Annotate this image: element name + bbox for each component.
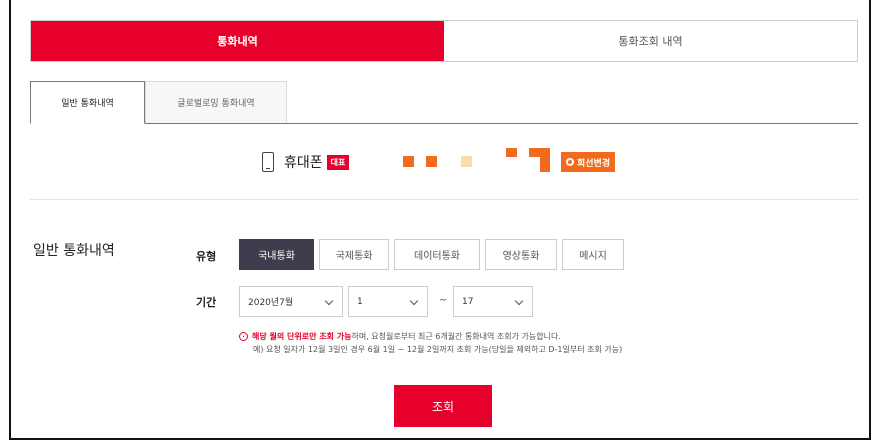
representative-badge: 대표 xyxy=(326,154,350,170)
tab-call-history[interactable]: 통화내역 xyxy=(31,21,444,61)
sub-tabs: 일반 통화내역 글로벌로밍 통화내역 xyxy=(30,81,858,124)
masked-number-block xyxy=(461,156,472,167)
day-to-value: 17 xyxy=(462,296,474,307)
subtab-general[interactable]: 일반 통화내역 xyxy=(30,81,145,124)
change-line-label: 회선변경 xyxy=(577,158,611,169)
chevron-down-icon xyxy=(324,296,334,306)
masked-number-block xyxy=(540,148,550,172)
notice-text: 해당 월의 단위로만 조회 가능하며, 요청월로부터 최근 6개월간 통화내역 … xyxy=(239,330,622,356)
masked-number-block xyxy=(426,156,437,167)
tab-call-lookup-history[interactable]: 통화조회 내역 xyxy=(444,21,857,61)
type-domestic-button[interactable]: 국내통화 xyxy=(239,239,314,270)
search-button[interactable]: 조회 xyxy=(394,385,492,427)
type-video-button[interactable]: 영상통화 xyxy=(485,239,557,270)
device-selector: 휴대폰 대표 xyxy=(262,148,350,176)
type-message-button[interactable]: 메시지 xyxy=(562,239,624,270)
masked-number-block xyxy=(403,156,414,167)
section-title: 일반 통화내역 xyxy=(33,243,115,259)
info-icon xyxy=(239,332,248,341)
day-to-select[interactable]: 17 xyxy=(453,286,533,317)
divider xyxy=(30,199,858,200)
range-separator: ~ xyxy=(439,295,448,306)
day-from-value: 1 xyxy=(357,296,363,307)
type-label: 유형 xyxy=(196,250,217,263)
type-data-button[interactable]: 데이터통화 xyxy=(394,239,480,270)
month-select-value: 2020년7월 xyxy=(248,298,294,308)
day-from-select[interactable]: 1 xyxy=(348,286,428,317)
notice-highlight: 해당 월의 단위로만 조회 가능 xyxy=(252,332,352,341)
type-international-button[interactable]: 국제통화 xyxy=(319,239,389,270)
change-line-button[interactable]: 회선변경 xyxy=(561,152,616,172)
notice-line1: 하며, 요청월로부터 최근 6개월간 통화내역 조회가 가능합니다. xyxy=(351,332,561,341)
chevron-down-icon xyxy=(409,296,419,306)
subtab-global-roaming[interactable]: 글로벌로밍 통화내역 xyxy=(145,81,287,123)
content-frame xyxy=(9,0,871,440)
mobile-phone-icon xyxy=(262,152,274,172)
month-select[interactable]: 2020년7월 xyxy=(239,286,343,317)
period-label: 기간 xyxy=(196,296,217,309)
notice-line2: 예) 요청 일자가 12월 3일인 경우 6월 1일 ~ 12월 2일까지 조회… xyxy=(253,345,623,354)
gear-icon xyxy=(566,158,574,166)
masked-number-block xyxy=(506,148,517,157)
chevron-down-icon xyxy=(514,296,524,306)
main-tabs: 통화내역 통화조회 내역 xyxy=(30,20,858,62)
device-type-label: 휴대폰 xyxy=(284,155,323,171)
